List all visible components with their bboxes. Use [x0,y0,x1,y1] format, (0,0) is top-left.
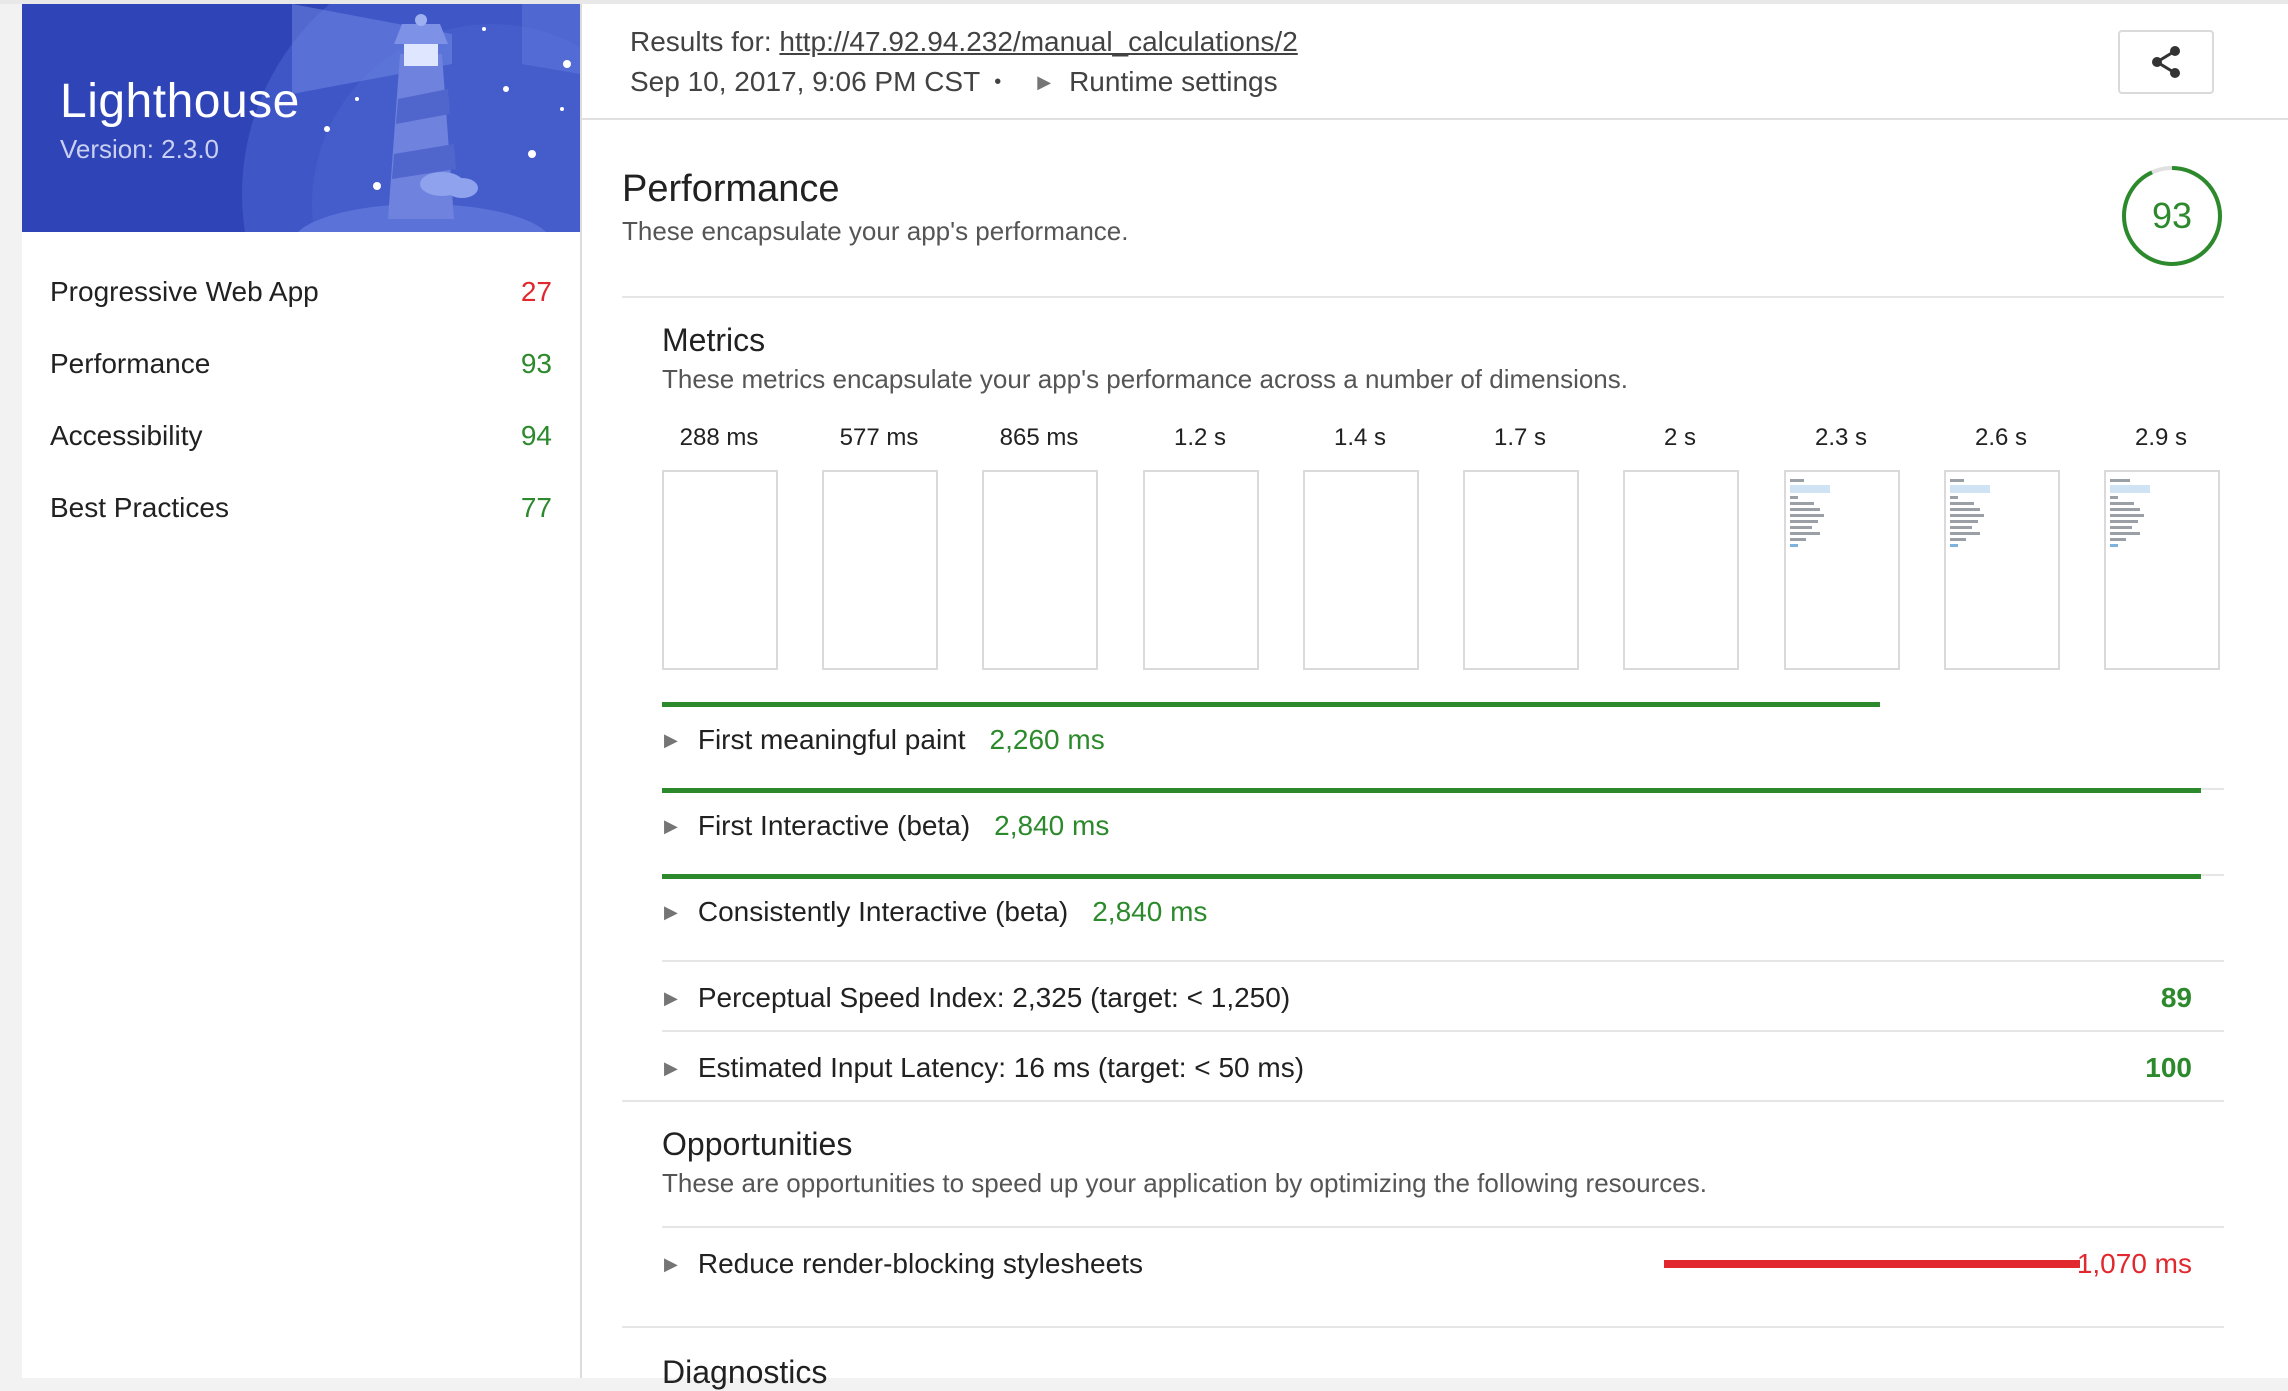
section-description: These encapsulate your app's performance… [622,216,1129,246]
app-version: Version: 2.3.0 [60,134,219,164]
section-title: Performance [622,168,840,210]
share-icon [2152,46,2180,78]
metric-perceptual-speed-index[interactable]: ▶ Perceptual Speed Index: 2,325 (target:… [662,982,1290,1014]
metric-label: Perceptual Speed Index: 2,325 (target: <… [697,982,1291,1013]
filmstrip-time: 865 ms [999,424,1079,451]
divider [622,296,2224,298]
opportunities-title: Opportunities [662,1126,853,1162]
opportunity-label: Reduce render-blocking stylesheets [697,1248,1143,1279]
filmstrip-frame [822,470,938,670]
filmstrip-time: 1.2 s [1173,424,1227,451]
opportunity-render-blocking-stylesheets[interactable]: ▶ Reduce render-blocking stylesheets [662,1248,1143,1280]
divider [662,960,2224,962]
nav-item-label: Progressive Web App [50,276,319,307]
metric-label: First meaningful paint [697,724,966,755]
runtime-settings-toggle[interactable]: Runtime settings [1069,66,1278,98]
filmstrip-time: 2 s [1663,424,1696,451]
report-date: Sep 10, 2017, 9:06 PM CST [630,66,981,97]
expand-triangle-icon[interactable]: ▶ [1037,72,1051,93]
metric-score: 100 [2145,1052,2192,1083]
date-line: Sep 10, 2017, 9:06 PM CST • ▶ Runtime se… [630,66,1278,98]
report-main: Performance These encapsulate your app's… [582,120,2288,1390]
nav-item-performance[interactable]: Performance 93 [22,328,580,400]
filmstrip-time: 1.4 s [1333,424,1387,451]
filmstrip-frame [1303,470,1419,670]
filmstrip-time: 577 ms [839,424,919,451]
filmstrip-frame [662,470,778,670]
metric-label: First Interactive (beta) [697,810,971,841]
filmstrip-frame [1944,470,2060,670]
page-thumbnail [1950,476,2010,550]
gauge-score-text: 93 [2152,195,2192,236]
filmstrip-time: 2.6 s [1974,424,2028,451]
metric-label: Estimated Input Latency: 16 ms (target: … [697,1052,1305,1083]
filmstrip-frame [982,470,1098,670]
results-url-link[interactable]: http://47.92.94.232/manual_calculations/… [779,26,1297,57]
metric-timeline-bar [662,702,1880,707]
filmstrip-frame [1623,470,1739,670]
divider [662,1030,2224,1032]
expand-triangle-icon: ▶ [664,987,678,1008]
filmstrip-frame [1784,470,1900,670]
separator-dot: • [994,70,1002,93]
filmstrip-frame [2104,470,2220,670]
share-button[interactable] [2118,30,2214,94]
filmstrip-time: 2.3 s [1814,424,1868,451]
filmstrip-frame [1463,470,1579,670]
filmstrip-time: 1.7 s [1493,424,1547,451]
nav-item-pwa[interactable]: Progressive Web App 27 [22,256,580,328]
expand-triangle-icon: ▶ [664,815,678,836]
opportunity-savings: 1,070 ms [2076,1248,2192,1279]
category-nav: Progressive Web App 27 Performance 93 Ac… [22,256,580,544]
performance-score-gauge: 93 [2122,166,2222,266]
report-header: Results for: http://47.92.94.232/manual_… [582,4,2288,120]
nav-item-accessibility[interactable]: Accessibility 94 [22,400,580,472]
filmstrip-frame [1143,470,1259,670]
metric-timeline-bar [662,874,2201,879]
nav-item-score: 77 [520,492,552,523]
results-prefix: Results for: [630,26,780,57]
diagnostics-title: Diagnostics [662,1354,828,1390]
metric-label: Consistently Interactive (beta) [697,896,1069,927]
expand-triangle-icon: ▶ [664,1057,678,1078]
page-thumbnail [2110,476,2170,550]
app-title: Lighthouse [60,75,300,128]
metric-value: 2,260 ms [989,724,1105,755]
sidebar: Lighthouse Version: 2.3.0 Progressive We… [22,4,582,1378]
metric-first-interactive[interactable]: ▶ First Interactive (beta) 2,840 ms [662,810,1109,842]
nav-item-label: Performance [50,348,211,379]
nav-item-score: 93 [520,348,552,379]
nav-item-best-practices[interactable]: Best Practices 77 [22,472,580,544]
filmstrip-time: 288 ms [679,424,759,451]
metric-estimated-input-latency[interactable]: ▶ Estimated Input Latency: 16 ms (target… [662,1052,1304,1084]
nav-item-score: 27 [520,276,552,307]
metric-score: 89 [2160,982,2192,1013]
expand-triangle-icon: ▶ [664,901,678,922]
page-thumbnail [1790,476,1850,550]
lighthouse-banner: Lighthouse Version: 2.3.0 [22,4,580,232]
metric-first-meaningful-paint[interactable]: ▶ First meaningful paint 2,260 ms [662,724,1105,756]
metric-consistently-interactive[interactable]: ▶ Consistently Interactive (beta) 2,840 … [662,896,1207,928]
metric-value: 2,840 ms [994,810,1110,841]
filmstrip-time: 2.9 s [2134,424,2188,451]
expand-triangle-icon: ▶ [664,1253,678,1274]
metrics-title: Metrics [662,322,766,358]
metric-value: 2,840 ms [1092,896,1208,927]
opportunities-description: These are opportunities to speed up your… [662,1168,1707,1198]
metric-timeline-bar [662,788,2201,793]
nav-item-label: Best Practices [50,492,229,523]
divider [622,1326,2224,1328]
opportunity-savings-bar [1664,1260,2080,1268]
results-line: Results for: http://47.92.94.232/manual_… [630,26,1298,58]
divider [622,1100,2224,1102]
metrics-description: These metrics encapsulate your app's per… [662,364,1628,394]
expand-triangle-icon: ▶ [664,729,678,750]
nav-item-score: 94 [520,420,552,451]
nav-item-label: Accessibility [50,420,203,451]
divider [662,1226,2224,1228]
